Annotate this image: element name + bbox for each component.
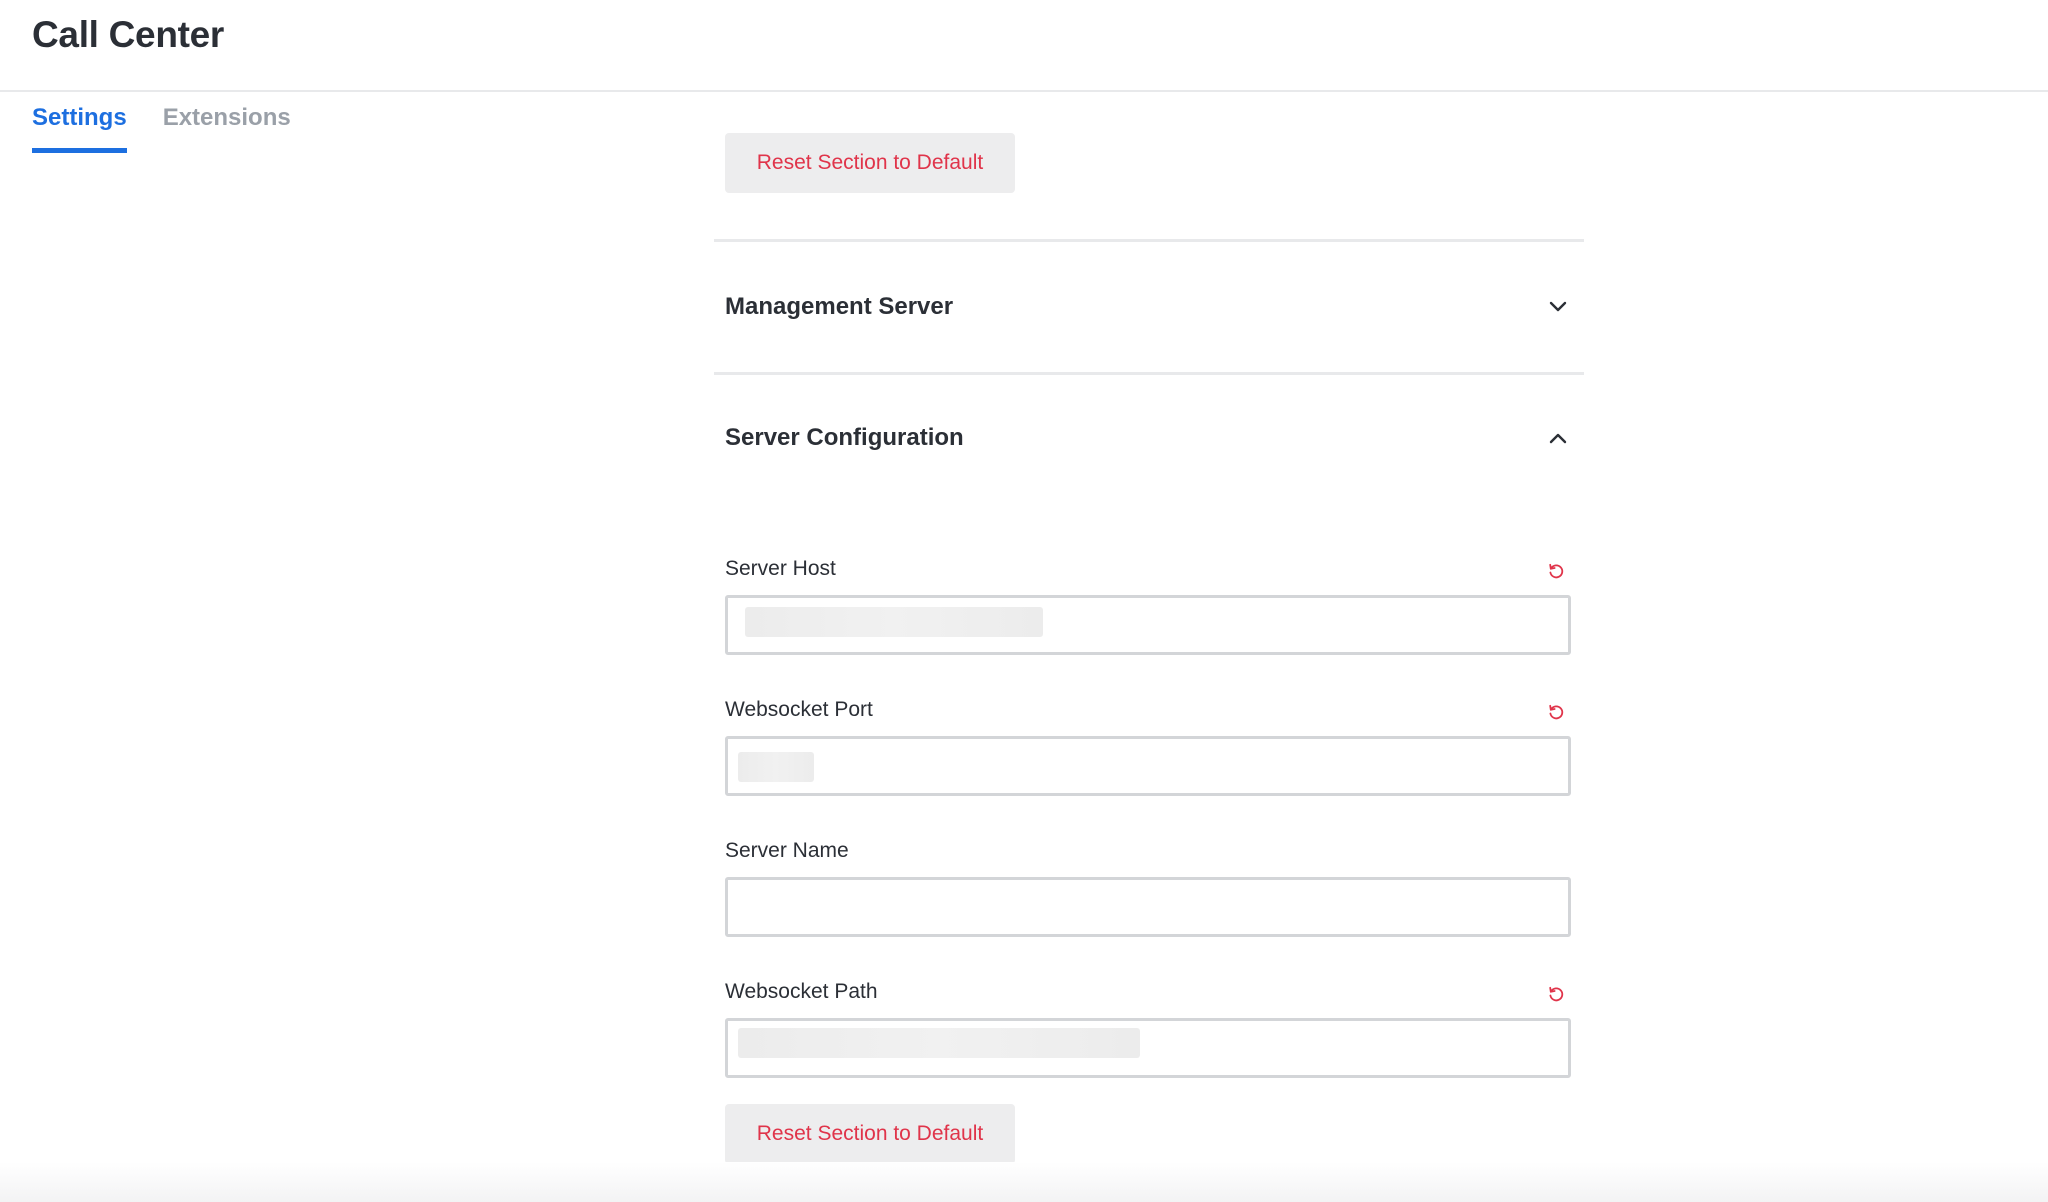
websocket-port-label: Websocket Port (725, 698, 873, 721)
redacted-value (738, 1028, 1140, 1058)
scroll-shadow (0, 1162, 2048, 1202)
page-title: Call Center (32, 14, 225, 55)
chevron-up-icon (1547, 427, 1569, 449)
page: Call Center Settings Extensions Reset Se… (0, 0, 2048, 1202)
redacted-value (738, 752, 814, 782)
server-host-label: Server Host (725, 557, 836, 580)
tab-bar: Settings Extensions (32, 100, 291, 153)
management-server-header[interactable]: Management Server (725, 277, 1573, 337)
section-title-server-configuration: Server Configuration (725, 424, 964, 451)
tab-settings[interactable]: Settings (32, 100, 127, 153)
chevron-down-icon (1547, 296, 1569, 318)
section-divider (714, 372, 1584, 375)
section-divider (714, 239, 1584, 242)
section-title-management-server: Management Server (725, 293, 954, 320)
websocket-path-label: Websocket Path (725, 980, 878, 1003)
websocket-port-input[interactable] (725, 736, 1571, 796)
redacted-value (745, 607, 1043, 637)
reset-icon[interactable] (1547, 985, 1565, 1003)
server-name-label: Server Name (725, 839, 849, 862)
reset-icon[interactable] (1547, 703, 1565, 721)
reset-section-button[interactable]: Reset Section to Default (725, 1104, 1015, 1164)
server-name-input[interactable] (725, 877, 1571, 937)
reset-icon[interactable] (1547, 562, 1565, 580)
server-configuration-header[interactable]: Server Configuration (725, 408, 1573, 468)
tab-extensions[interactable]: Extensions (163, 100, 291, 153)
app-header: Call Center (0, 0, 2048, 92)
reset-section-button-top[interactable]: Reset Section to Default (725, 133, 1015, 193)
